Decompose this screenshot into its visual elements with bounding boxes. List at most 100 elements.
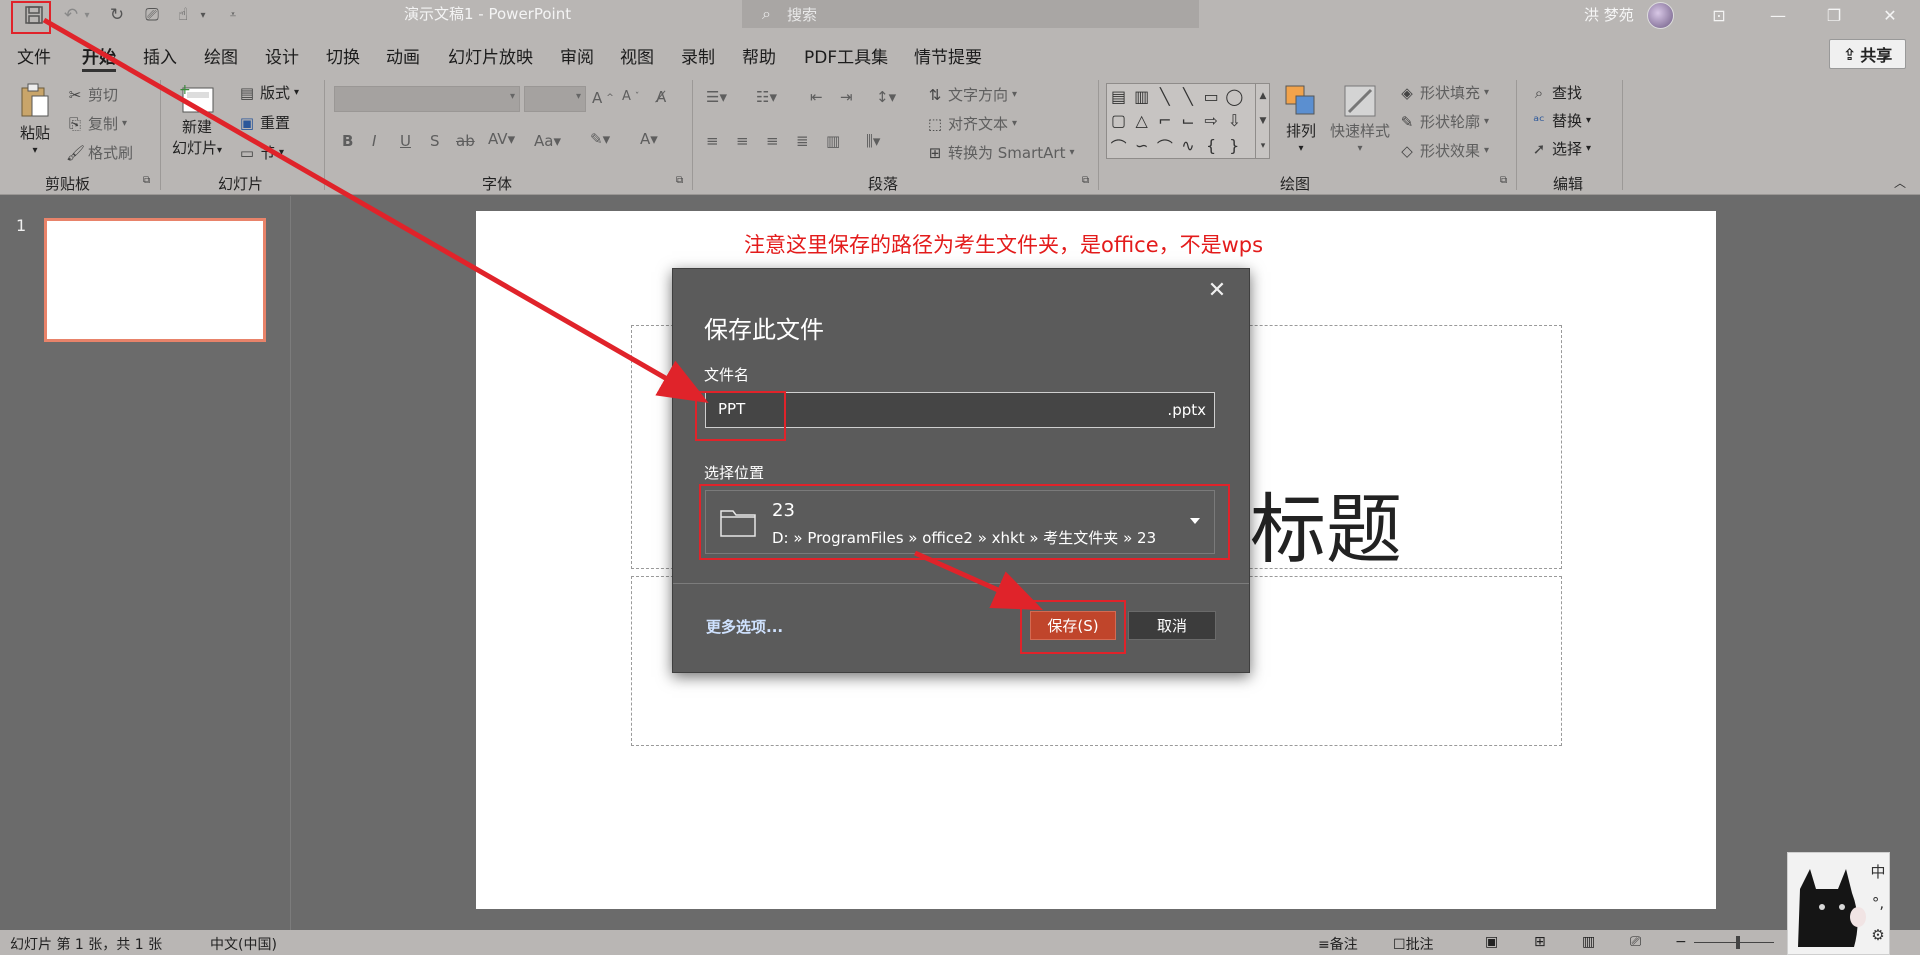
shape-outline-button[interactable]: ✎ 形状轮廓 ▾	[1398, 111, 1489, 132]
reset-button[interactable]: ▣ 重置	[238, 112, 290, 133]
strikethrough-icon[interactable]: ab	[456, 132, 475, 150]
customize-qat-icon[interactable]: ⩡	[220, 2, 246, 28]
quick-styles-button[interactable]: 快速样式 ▾	[1330, 84, 1390, 154]
clear-format-icon[interactable]: A̸	[656, 88, 666, 106]
minimize-icon[interactable]: —	[1758, 2, 1798, 28]
justify-icon[interactable]: ≣	[796, 132, 809, 150]
align-text-button[interactable]: ⬚ 对齐文本 ▾	[926, 113, 1017, 134]
grow-font-icon[interactable]: A ^	[592, 89, 614, 107]
align-left-icon[interactable]: ≡	[706, 132, 719, 150]
down-arrow-icon[interactable]: ⇩	[1223, 109, 1246, 134]
present-icon[interactable]: ⎚	[139, 2, 165, 28]
undo-dropdown-icon[interactable]: ▾	[80, 2, 94, 28]
highlight-icon[interactable]: ✎▾	[590, 130, 610, 148]
cut-button[interactable]: ✂ 剪切	[66, 84, 118, 105]
distributed-icon[interactable]: ▥	[826, 132, 840, 150]
clipboard-launcher-icon[interactable]: ⧉	[143, 175, 150, 186]
arrange-button[interactable]: 排列 ▾	[1284, 84, 1318, 154]
text-direction-button[interactable]: ⇅ 文字方向 ▾	[926, 84, 1017, 105]
shape-fill-button[interactable]: ◈ 形状填充 ▾	[1398, 82, 1489, 103]
tab-transitions[interactable]: 切换	[326, 43, 360, 68]
zoom-slider[interactable]	[1694, 942, 1774, 943]
zoom-out-icon[interactable]: −	[1675, 934, 1687, 950]
elbow-arrow-icon[interactable]: ⌙	[1176, 109, 1199, 134]
ime-tool-key[interactable]: ⚙	[1868, 923, 1888, 947]
line-arrow-icon[interactable]: ╲	[1176, 84, 1199, 109]
scribble-icon[interactable]: ∽	[1130, 133, 1153, 158]
shape-effects-button[interactable]: ◇ 形状效果 ▾	[1398, 140, 1489, 161]
tab-record[interactable]: 录制	[681, 43, 715, 68]
rounded-rect-icon[interactable]: ▢	[1107, 109, 1130, 134]
align-center-icon[interactable]: ≡	[736, 132, 749, 150]
new-slide-button[interactable]: + 新建 幻灯片▾	[172, 82, 222, 158]
ime-mode-key[interactable]: 中	[1868, 859, 1888, 883]
elbow-connector-icon[interactable]: ⌐	[1153, 109, 1176, 134]
bullets-icon[interactable]: ☰▾	[706, 88, 727, 106]
paste-button[interactable]: 粘贴 ▾	[18, 82, 52, 156]
slide-sorter-icon[interactable]: ⊞	[1534, 934, 1546, 950]
freeform-icon[interactable]: ⌒	[1107, 133, 1130, 158]
shapes-gallery[interactable]: ▤ ▥ ╲ ╲ ▭ ◯ ▢ △ ⌐ ⌙ ⇨ ⇩ ⌒ ∽ ⌒ ∿ { }	[1106, 83, 1270, 159]
text-box-icon[interactable]: ▤	[1107, 84, 1130, 109]
rectangle-icon[interactable]: ▭	[1200, 84, 1223, 109]
tab-storyboard[interactable]: 情节提要	[914, 43, 982, 68]
scroll-down-icon[interactable]: ▼	[1260, 116, 1267, 126]
underline-icon[interactable]: U	[400, 132, 411, 150]
scroll-up-icon[interactable]: ▲	[1260, 91, 1267, 101]
gallery-more-icon[interactable]: ▾	[1261, 141, 1266, 151]
touch-mode-icon[interactable]: ☝	[170, 2, 196, 28]
slideshow-view-icon[interactable]: ⎚	[1630, 934, 1641, 950]
tab-view[interactable]: 视图	[620, 43, 654, 68]
cancel-button[interactable]: 取消	[1128, 611, 1216, 640]
oval-icon[interactable]: ◯	[1223, 84, 1246, 109]
ime-punct-key[interactable]: °,	[1868, 891, 1888, 915]
tab-review[interactable]: 审阅	[560, 43, 594, 68]
copy-button[interactable]: ⎘ 复制 ▾	[66, 113, 127, 134]
find-button[interactable]: ⌕ 查找	[1530, 82, 1582, 103]
normal-view-icon[interactable]: ▣	[1485, 934, 1498, 950]
format-painter-button[interactable]: 🖌 格式刷	[66, 142, 133, 163]
notes-button[interactable]: ≡备注	[1318, 934, 1358, 954]
decrease-indent-icon[interactable]: ⇤	[810, 88, 823, 106]
bold-icon[interactable]: B	[342, 132, 353, 150]
comments-button[interactable]: ☐批注	[1393, 934, 1434, 954]
section-button[interactable]: ▭ 节 ▾	[238, 142, 284, 163]
arc-icon[interactable]: ⌒	[1153, 133, 1176, 158]
reading-view-icon[interactable]: ▥	[1582, 934, 1595, 950]
ime-widget[interactable]: 中 °, ⚙	[1787, 852, 1890, 955]
redo-icon[interactable]: ↻	[104, 2, 130, 28]
italic-icon[interactable]: I	[372, 132, 376, 150]
tab-pdf-tools[interactable]: PDF工具集	[804, 43, 888, 68]
gallery-scroll[interactable]: ▲ ▼ ▾	[1255, 83, 1270, 159]
tab-design[interactable]: 设计	[265, 43, 299, 68]
left-brace-icon[interactable]: {	[1200, 133, 1223, 158]
paragraph-launcher-icon[interactable]: ⧉	[1082, 175, 1089, 186]
touch-dropdown-icon[interactable]: ▾	[196, 2, 210, 28]
font-color-icon[interactable]: A▾	[640, 130, 658, 148]
tab-file[interactable]: 文件	[17, 43, 51, 68]
vertical-text-icon[interactable]: ▥	[1130, 84, 1153, 109]
tab-slideshow[interactable]: 幻灯片放映	[448, 43, 533, 68]
shrink-font-icon[interactable]: Aˇ	[622, 89, 639, 104]
shadow-icon[interactable]: S	[430, 132, 440, 150]
tab-animations[interactable]: 动画	[386, 43, 420, 68]
more-options-link[interactable]: 更多选项...	[706, 616, 783, 637]
close-icon[interactable]: ✕	[1870, 2, 1910, 28]
drawing-launcher-icon[interactable]: ⧉	[1500, 175, 1507, 186]
font-name-combo[interactable]: ▾	[334, 86, 520, 112]
replace-button[interactable]: ᵃᶜ 替换 ▾	[1530, 110, 1591, 131]
slide-thumbnail[interactable]	[44, 218, 266, 342]
font-size-combo[interactable]: ▾	[524, 86, 586, 112]
select-button[interactable]: ➚ 选择 ▾	[1530, 138, 1591, 159]
right-arrow-icon[interactable]: ⇨	[1200, 109, 1223, 134]
dialog-close-icon[interactable]: ✕	[1204, 277, 1230, 303]
ribbon-display-icon[interactable]: ⊡	[1699, 2, 1739, 28]
line-icon[interactable]: ╲	[1153, 84, 1176, 109]
collapse-ribbon-icon[interactable]: ︿	[1894, 174, 1906, 191]
tab-insert[interactable]: 插入	[143, 43, 177, 68]
align-right-icon[interactable]: ≡	[766, 132, 779, 150]
curve-icon[interactable]: ∿	[1176, 133, 1199, 158]
restore-icon[interactable]: ❐	[1814, 2, 1854, 28]
line-spacing-icon[interactable]: ↕▾	[876, 88, 896, 106]
triangle-icon[interactable]: △	[1130, 109, 1153, 134]
